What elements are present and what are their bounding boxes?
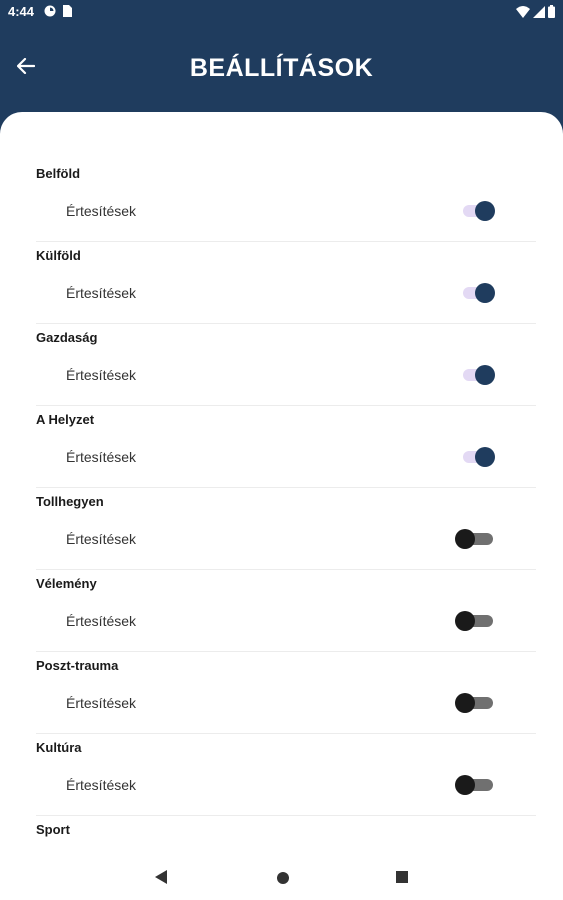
notifications-label: Értesítések — [66, 203, 137, 219]
home-circle-icon[interactable] — [276, 869, 290, 890]
toggle-thumb — [475, 283, 495, 303]
notifications-toggle[interactable] — [455, 610, 497, 632]
section-title: Külföld — [36, 248, 81, 263]
notifications-label: Értesítések — [66, 285, 137, 301]
battery-icon — [548, 5, 555, 21]
settings-section: Vélemény Értesítések — [36, 570, 536, 652]
section-title: Belföld — [36, 166, 81, 181]
section-title: Poszt-trauma — [36, 658, 119, 673]
notifications-label: Értesítések — [66, 613, 137, 629]
settings-section: Gazdaság Értesítések — [36, 324, 536, 406]
notifications-label: Értesítések — [66, 531, 137, 547]
settings-section: A Helyzet Értesítések — [36, 406, 536, 488]
section-title: Gazdaság — [36, 330, 98, 345]
toggle-thumb — [455, 611, 475, 631]
back-triangle-icon[interactable] — [154, 869, 168, 890]
notifications-label: Értesítések — [66, 367, 137, 383]
notifications-toggle[interactable] — [455, 774, 497, 796]
toggle-thumb — [455, 693, 475, 713]
settings-section: SportÉrtesítések — [36, 816, 536, 857]
settings-section: Tollhegyen Értesítések — [36, 488, 536, 570]
sync-icon — [44, 5, 56, 20]
section-title: Vélemény — [36, 576, 97, 591]
notifications-toggle[interactable] — [455, 692, 497, 714]
system-nav-bar — [0, 857, 563, 900]
status-left-icons — [44, 5, 72, 20]
toggle-thumb — [455, 529, 475, 549]
settings-section: Poszt-trauma Értesítések — [36, 652, 536, 734]
notifications-label: Értesítések — [66, 695, 137, 711]
section-title: Tollhegyen — [36, 494, 104, 509]
notifications-label: Értesítések — [66, 449, 137, 465]
status-right-icons — [516, 5, 555, 21]
status-bar: 4:44 — [0, 0, 563, 24]
notifications-toggle[interactable] — [461, 282, 497, 304]
wifi-icon — [516, 5, 530, 21]
toggle-thumb — [475, 447, 495, 467]
toggle-thumb — [455, 775, 475, 795]
settings-list: Belföld Értesítések Külföld Értesítések Gazd… — [36, 160, 536, 857]
settings-section: Belföld Értesítések — [36, 160, 536, 242]
sim-card-icon — [62, 5, 72, 20]
toggle-thumb — [475, 365, 495, 385]
settings-card: Belföld Értesítések Külföld Értesítések Gazd… — [0, 112, 563, 857]
notifications-label: Értesítések — [66, 777, 137, 793]
status-time: 4:44 — [8, 4, 35, 19]
notifications-toggle[interactable] — [461, 446, 497, 468]
toggle-thumb — [475, 201, 495, 221]
notifications-toggle[interactable] — [461, 364, 497, 386]
settings-section: Kultúra Értesítések — [36, 734, 536, 816]
notifications-toggle[interactable] — [455, 528, 497, 550]
section-title: Sport — [36, 822, 70, 837]
signal-icon — [533, 5, 545, 21]
section-title: A Helyzet — [36, 412, 95, 427]
settings-section: Külföld Értesítések — [36, 242, 536, 324]
recents-square-icon[interactable] — [395, 869, 409, 890]
notifications-toggle[interactable] — [461, 200, 497, 222]
section-title: Kultúra — [36, 740, 82, 755]
page-title: BEÁLLÍTÁSOK — [189, 54, 374, 82]
